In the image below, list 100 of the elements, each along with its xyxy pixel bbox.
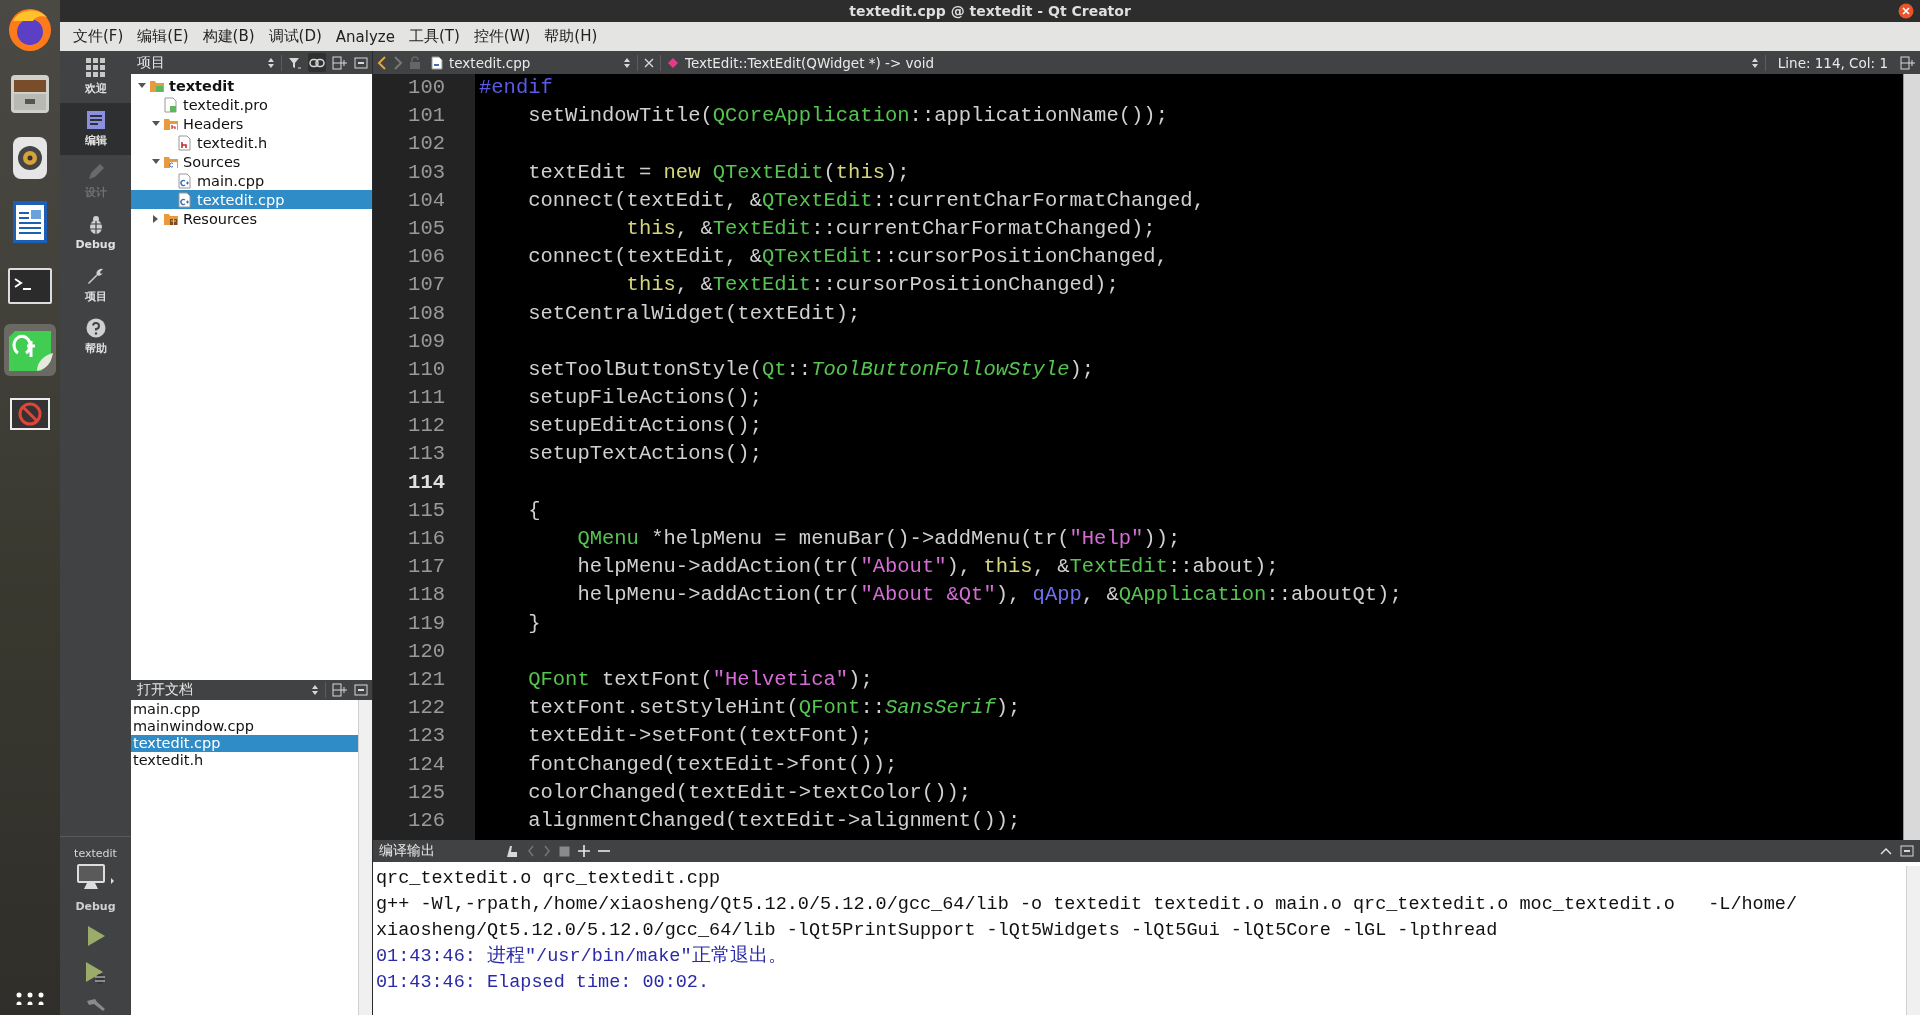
line-number: 123 [407,723,446,750]
project-file-icon [163,96,179,113]
expanded-arrow-icon[interactable] [138,82,146,89]
code-line: setupFileActions(); [527,385,763,412]
scrollbar[interactable] [358,700,372,1015]
close-pane-icon[interactable] [1900,845,1914,857]
line-number: 119 [407,610,446,637]
play-icon[interactable] [85,925,106,947]
project-view-selector[interactable]: 项目 [137,53,261,72]
scrollbar[interactable] [1903,74,1920,840]
expanded-arrow-icon[interactable] [152,120,160,127]
code-line: #endif [479,75,554,101]
document-icon [85,110,106,130]
line-number: 101 [407,103,446,130]
play-bug-icon[interactable] [84,961,107,985]
close-pane-icon[interactable] [354,56,368,69]
link-button[interactable] [308,53,326,72]
up-down-icon[interactable] [311,684,319,696]
code-line: this, &TextEdit::currentCharFormatChanged); [625,215,1157,242]
hammer-icon[interactable] [84,999,107,1011]
mode-button[interactable]: 编辑 [60,103,131,155]
document-list-item[interactable]: mainwindow.cpp [131,718,358,735]
mode-button[interactable]: 帮助 [60,311,131,363]
line-number: 109 [407,328,446,355]
close-pane-icon[interactable] [354,684,368,696]
file-selector[interactable]: textedit.cpp [427,54,631,71]
code-line: connect(textEdit, &QTextEdit::cursorPositionChanged, [527,244,1169,271]
menu-item[interactable]: 工具(T) [401,27,467,46]
stop-icon[interactable] [559,845,570,857]
mode-button[interactable]: 欢迎 [60,51,131,103]
tree-item[interactable]: main.cpp [131,171,372,190]
cabinet-icon [8,72,52,116]
close-icon[interactable] [1898,3,1914,19]
menu-item[interactable]: 调试(D) [261,27,329,46]
lock-icon [409,55,421,70]
menu-item[interactable]: 构建(B) [195,27,262,46]
close-document-icon[interactable] [644,57,654,68]
split-icon[interactable] [1900,55,1916,70]
code-line: setupTextActions(); [527,441,763,468]
menu-item[interactable]: 文件(F) [66,27,131,46]
tree-item[interactable]: textedit.cpp [131,190,372,209]
tree-item[interactable]: textedit.h [131,133,372,152]
tree-item[interactable]: Sources [131,152,372,171]
line-number: 113 [407,441,446,468]
document-list-item[interactable]: textedit.h [131,752,358,769]
menu-item[interactable]: 编辑(E) [130,27,196,46]
monitor-icon[interactable] [75,864,116,892]
scrollbar[interactable] [1906,866,1920,1015]
grid-icon [85,58,106,78]
menu-item[interactable]: 控件(W) [466,27,538,46]
help-icon [85,318,106,338]
no-entry-icon [9,397,51,431]
cpp-file-icon [177,172,193,189]
line-number: 111 [407,385,446,412]
line-number: 116 [407,526,446,552]
dock-app-button[interactable] [4,324,56,376]
line-number: 106 [407,244,446,271]
filter-icon[interactable] [288,55,302,70]
menu-item[interactable]: 帮助(H) [537,27,605,46]
document-list-item[interactable]: main.cpp [131,701,358,718]
line-number: 105 [407,215,446,242]
mode-button[interactable]: Debug [60,207,131,259]
zoom-in-icon[interactable] [578,845,590,857]
split-icon[interactable] [332,55,348,70]
code-editor[interactable] [373,74,1920,840]
symbol-marker-icon [667,56,679,69]
line-number: 117 [407,554,446,581]
document-icon [10,199,50,245]
collapsed-arrow-icon[interactable] [153,214,159,223]
line-number: 122 [407,695,446,722]
code-line: this, &TextEdit::cursorPositionChanged); [625,272,1120,299]
window-title: textedit.cpp @ textedit - Qt Creator [849,3,1131,19]
cursor-position[interactable]: Line: 114, Col: 1 [1771,54,1894,71]
build-config-label: Debug [75,900,116,913]
up-down-icon[interactable] [267,56,275,69]
speaker-icon [10,135,50,181]
maximize-icon[interactable] [1880,847,1892,855]
line-number: 121 [407,666,446,693]
tree-item[interactable]: textedit.pro [131,95,372,114]
split-icon[interactable] [332,683,348,697]
code-line: } [527,610,542,637]
code-line: alignmentChanged(textEdit->alignment()); [527,807,1022,834]
mode-button[interactable]: 项目 [60,259,131,311]
output-line: g++ -Wl,-rpath,/home/xiaosheng/Qt5.12.0/5.12.0/gcc_64/lib -o textedit textedit.o main.o qrc_textedit.o moc_textedit.o -L/home/ [376,893,1799,917]
line-number: 125 [407,779,446,806]
zoom-out-icon[interactable] [598,849,610,853]
code-line: setupEditActions(); [527,413,763,440]
output-line: qrc_textedit.o qrc_textedit.cpp [376,867,722,891]
tree-item[interactable]: Headers [131,114,372,133]
apps-grid-icon[interactable] [15,991,45,1005]
symbol-selector[interactable]: TextEdit::TextEdit(QWidget *) -> void [667,54,1759,71]
line-number: 104 [407,187,446,214]
code-line: connect(textEdit, &QTextEdit::currentCharFormatChanged, [527,187,1206,214]
menu-item[interactable]: Analyze [328,27,402,46]
tree-item[interactable]: Resources [131,209,372,228]
expanded-arrow-icon[interactable] [152,158,160,165]
tree-item[interactable]: textedit [131,76,372,95]
code-line: QFont textFont("Helvetica"); [527,666,874,693]
globe-icon [7,7,53,53]
document-list-item[interactable]: textedit.cpp [131,735,358,752]
